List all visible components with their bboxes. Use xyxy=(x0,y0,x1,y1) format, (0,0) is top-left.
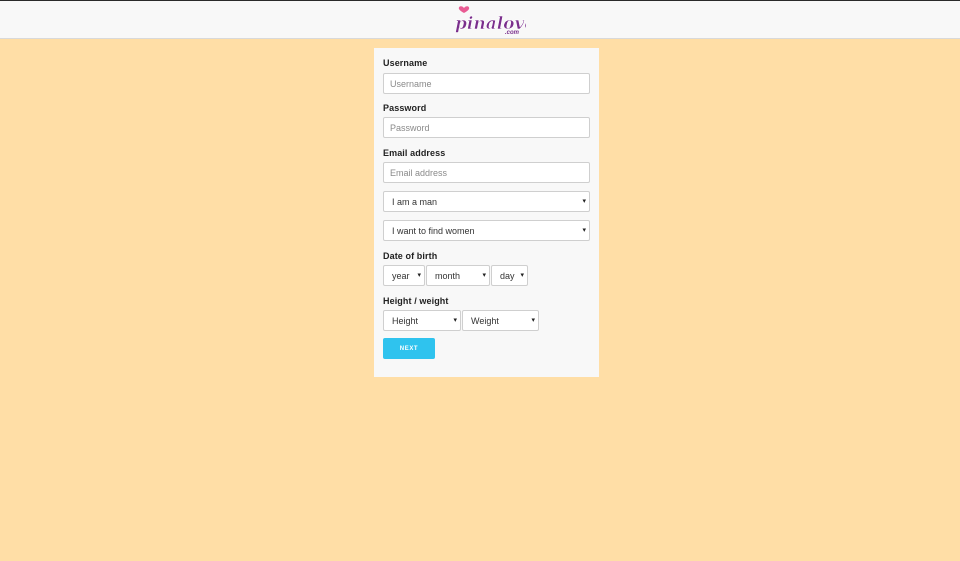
height-weight-label: Height / weight xyxy=(383,296,449,306)
year-select[interactable]: year ▾ xyxy=(383,265,425,286)
gender-select[interactable]: I am a man ▾ xyxy=(383,191,590,212)
weight-select[interactable]: Weight ▾ xyxy=(462,310,539,331)
seeking-select[interactable]: I want to find women ▾ xyxy=(383,220,590,241)
seeking-select-value: I want to find women xyxy=(392,226,475,236)
chevron-down-icon: ▾ xyxy=(531,317,535,324)
password-label: Password xyxy=(383,103,427,113)
chevron-down-icon: ▾ xyxy=(520,272,524,279)
day-select-value: day xyxy=(500,271,515,281)
email-label: Email address xyxy=(383,148,446,158)
email-input[interactable] xyxy=(383,162,590,183)
height-select[interactable]: Height ▾ xyxy=(383,310,461,331)
chevron-down-icon: ▾ xyxy=(582,227,586,234)
password-input[interactable] xyxy=(383,117,590,138)
day-select[interactable]: day ▾ xyxy=(491,265,528,286)
height-select-value: Height xyxy=(392,316,419,326)
dob-label: Date of birth xyxy=(383,251,438,261)
month-select[interactable]: month ▾ xyxy=(426,265,490,286)
weight-select-value: Weight xyxy=(471,316,499,326)
top-bar: pinalove .com xyxy=(0,0,960,39)
month-select-value: month xyxy=(435,271,461,281)
pinalove-logo[interactable]: pinalove .com xyxy=(452,4,526,36)
username-label: Username xyxy=(383,58,428,68)
signup-form: Username Password Email address I am a m… xyxy=(374,48,599,377)
logo-suffix: .com xyxy=(505,30,520,36)
username-input[interactable] xyxy=(383,73,590,94)
next-button[interactable]: NEXT xyxy=(383,338,435,359)
chevron-down-icon: ▾ xyxy=(582,198,586,205)
chevron-down-icon: ▾ xyxy=(482,272,486,279)
chevron-down-icon: ▾ xyxy=(453,317,457,324)
gender-select-value: I am a man xyxy=(392,197,438,207)
year-select-value: year xyxy=(392,271,410,281)
chevron-down-icon: ▾ xyxy=(417,272,421,279)
